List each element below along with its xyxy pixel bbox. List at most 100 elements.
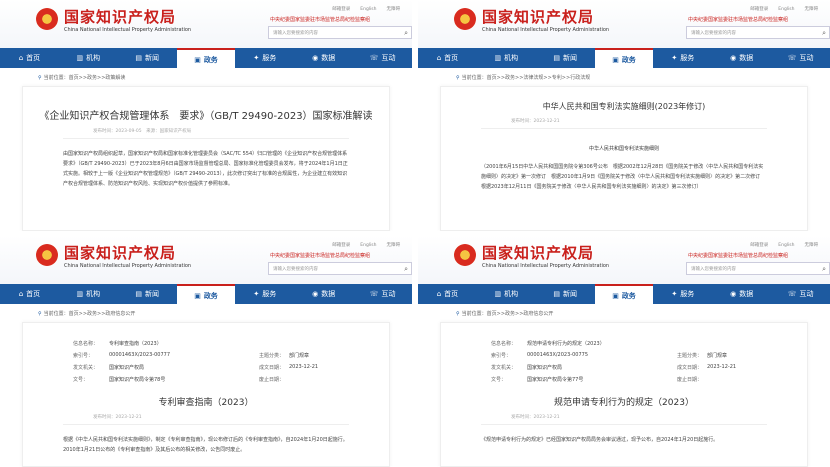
meta-value: 00001463X/2023-00777 [109,352,170,358]
top-link[interactable]: English [778,7,794,12]
top-link[interactable]: English [360,7,376,12]
top-link[interactable]: 邮箱登录 [750,7,768,12]
top-link[interactable]: 无障碍 [387,243,401,248]
nav-icon: ☏ [369,290,379,298]
top-links: 邮箱登录 English 无障碍 [740,242,818,248]
nav-item-1[interactable]: ▥ 机构 [59,284,118,304]
top-link[interactable]: 无障碍 [805,7,819,12]
nav-icon: ◉ [730,290,737,298]
nav-label: 首页 [26,54,41,62]
nav-item-2[interactable]: ▤ 新闻 [536,48,595,68]
search-input[interactable]: 请输入您要搜索的内容 ⌕ [686,26,830,39]
meta-key: 成文日期： [259,364,285,371]
meta-value: 00001463X/2023-00775 [527,352,588,358]
nav-item-5[interactable]: ◉ 数据 [294,284,353,304]
top-links: 邮箱登录 English 无障碍 [322,242,400,248]
meta-value: 部门规章 [289,352,310,359]
nav-item-3[interactable]: ▣ 政务 [594,284,654,304]
site-logo-subtitle: China National Intellectual Property Adm… [64,27,192,33]
search-input[interactable]: 请输入您要搜索的内容 ⌕ [268,262,412,275]
nav-item-6[interactable]: ☏ 互动 [353,284,412,304]
nav-item-3[interactable]: ▣ 政务 [176,284,236,304]
site-header: 国家知识产权局 China National Intellectual Prop… [0,0,412,48]
nav-item-0[interactable]: ⌂ 首页 [418,48,477,68]
nav-icon: ▥ [76,290,84,298]
nav-item-5[interactable]: ◉ 数据 [712,284,771,304]
promo-link[interactable]: 中央纪委国家监委驻市场监管总局纪检监察组 [270,252,370,259]
site-logo-title[interactable]: 国家知识产权局 [482,242,594,263]
nav-item-0[interactable]: ⌂ 首页 [0,48,59,68]
top-link[interactable]: English [360,243,376,248]
top-link[interactable]: 无障碍 [387,7,401,12]
nav-label: 政务 [203,292,218,300]
nav-item-5[interactable]: ◉ 数据 [712,48,771,68]
site-logo-title[interactable]: 国家知识产权局 [64,6,176,27]
nav-item-1[interactable]: ▥ 机构 [477,48,536,68]
meta-key: 索引号： [491,352,512,359]
nav-item-2[interactable]: ▤ 新闻 [536,284,595,304]
search-icon[interactable]: ⌕ [404,263,408,276]
search-icon[interactable]: ⌕ [404,27,408,40]
nav-item-1[interactable]: ▥ 机构 [59,48,118,68]
nav-item-2[interactable]: ▤ 新闻 [118,48,177,68]
meta-value: 规范申请专利行为的规定（2023） [527,340,605,347]
nav-label: 首页 [444,290,459,298]
nav-label: 新闻 [144,54,159,62]
national-emblem-icon [454,8,476,30]
top-link[interactable]: 邮箱登录 [332,7,350,12]
promo-link[interactable]: 中央纪委国家监委驻市场监管总局纪检监察组 [688,252,788,259]
meta-key: 信息名称： [491,340,517,347]
top-link[interactable]: English [778,243,794,248]
nav-label: 服务 [262,54,277,62]
nav-item-6[interactable]: ☏ 互动 [771,284,830,304]
main-nav: ⌂ 首页 ▥ 机构 ▤ 新闻 ▣ 政务 ✦ 服务 ◉ 数据 ☏ 互动 [418,48,830,68]
nav-item-3[interactable]: ▣ 政务 [176,48,236,68]
nav-icon: ⌂ [18,290,24,298]
nav-item-6[interactable]: ☏ 互动 [353,48,412,68]
nav-icon: ✦ [253,290,260,298]
promo-link[interactable]: 中央纪委国家监委驻市场监管总局纪检监察组 [270,16,370,23]
top-link[interactable]: 邮箱登录 [332,243,350,248]
meta-row: 信息名称： 专利审查指南（2023） [73,337,389,349]
nav-item-4[interactable]: ✦ 服务 [235,48,294,68]
nav-icon: ◉ [730,54,737,62]
nav-item-4[interactable]: ✦ 服务 [653,284,712,304]
nav-item-4[interactable]: ✦ 服务 [235,284,294,304]
nav-label: 互动 [381,290,396,298]
meta-row: 发文机关： 国家知识产权局 成文日期： 2023-12-21 [491,361,807,373]
nav-item-2[interactable]: ▤ 新闻 [118,284,177,304]
top-links: 邮箱登录 English 无障碍 [740,6,818,12]
meta-value: 国家知识产权局 [527,364,563,371]
breadcrumb: ⚲ 当前位置：首页>>政务>>法律法规>>专利>>行政法规 [456,75,591,81]
top-link[interactable]: 邮箱登录 [750,243,768,248]
search-input[interactable]: 请输入您要搜索的内容 ⌕ [268,26,412,39]
article-title: 专利审查指南（2023） [158,398,254,408]
search-input[interactable]: 请输入您要搜索的内容 ⌕ [686,262,830,275]
search-placeholder: 请输入您要搜索的内容 [691,267,736,272]
nav-item-3[interactable]: ▣ 政务 [594,48,654,68]
nav-item-0[interactable]: ⌂ 首页 [418,284,477,304]
promo-link[interactable]: 中央纪委国家监委驻市场监管总局纪检监察组 [688,16,788,23]
site-logo-title[interactable]: 国家知识产权局 [482,6,594,27]
main-nav: ⌂ 首页 ▥ 机构 ▤ 新闻 ▣ 政务 ✦ 服务 ◉ 数据 ☏ 互动 [0,48,412,68]
site-header: 国家知识产权局 China National Intellectual Prop… [418,236,830,284]
nav-item-1[interactable]: ▥ 机构 [477,284,536,304]
nav-item-6[interactable]: ☏ 互动 [771,48,830,68]
meta-value: 国家知识产权局 [109,364,145,371]
search-icon[interactable]: ⌕ [822,263,826,276]
nav-icon: ✦ [671,290,678,298]
nav-item-5[interactable]: ◉ 数据 [294,48,353,68]
search-icon[interactable]: ⌕ [822,27,826,40]
meta-value: 国家知识产权局令第78号 [109,376,166,383]
top-link[interactable]: 无障碍 [805,243,819,248]
site-logo-title[interactable]: 国家知识产权局 [64,242,176,263]
location-pin-icon: ⚲ [38,75,42,81]
site-logo-subtitle: China National Intellectual Property Adm… [482,27,610,33]
nav-icon: ▤ [135,54,142,62]
nav-icon: ▤ [553,54,560,62]
article-card: 信息名称： 专利审查指南（2023） 索引号： 00001463X/2023-0077… [22,322,390,467]
nav-label: 数据 [739,290,754,298]
breadcrumb: ⚲ 当前位置：首页>>政务>>政府信息公开 [38,311,136,317]
nav-item-0[interactable]: ⌂ 首页 [0,284,59,304]
nav-item-4[interactable]: ✦ 服务 [653,48,712,68]
